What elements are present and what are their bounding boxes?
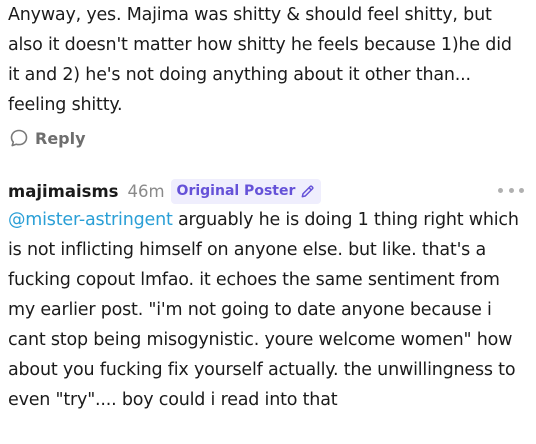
reply-button[interactable]: Reply [9, 128, 86, 148]
comment-text: arguably he is doing 1 thing right which… [8, 210, 519, 410]
comment-body: @mister-astringent arguably he is doing … [8, 205, 530, 415]
speech-bubble-icon [9, 128, 29, 148]
more-options-button[interactable] [498, 181, 524, 199]
original-poster-badge: Original Poster [170, 178, 322, 204]
mention-link[interactable]: @mister-astringent [8, 210, 173, 230]
previous-comment-text: Anyway, yes. Majima was shitty & should … [8, 5, 512, 115]
badge-label: Original Poster [176, 183, 296, 199]
reply-label: Reply [35, 128, 86, 148]
timestamp: 46m [127, 181, 165, 201]
comment-header: majimaisms 46m Original Poster [8, 178, 322, 204]
ellipsis-icon [498, 187, 503, 193]
username[interactable]: majimaisms [8, 182, 118, 201]
pencil-icon [300, 184, 315, 199]
